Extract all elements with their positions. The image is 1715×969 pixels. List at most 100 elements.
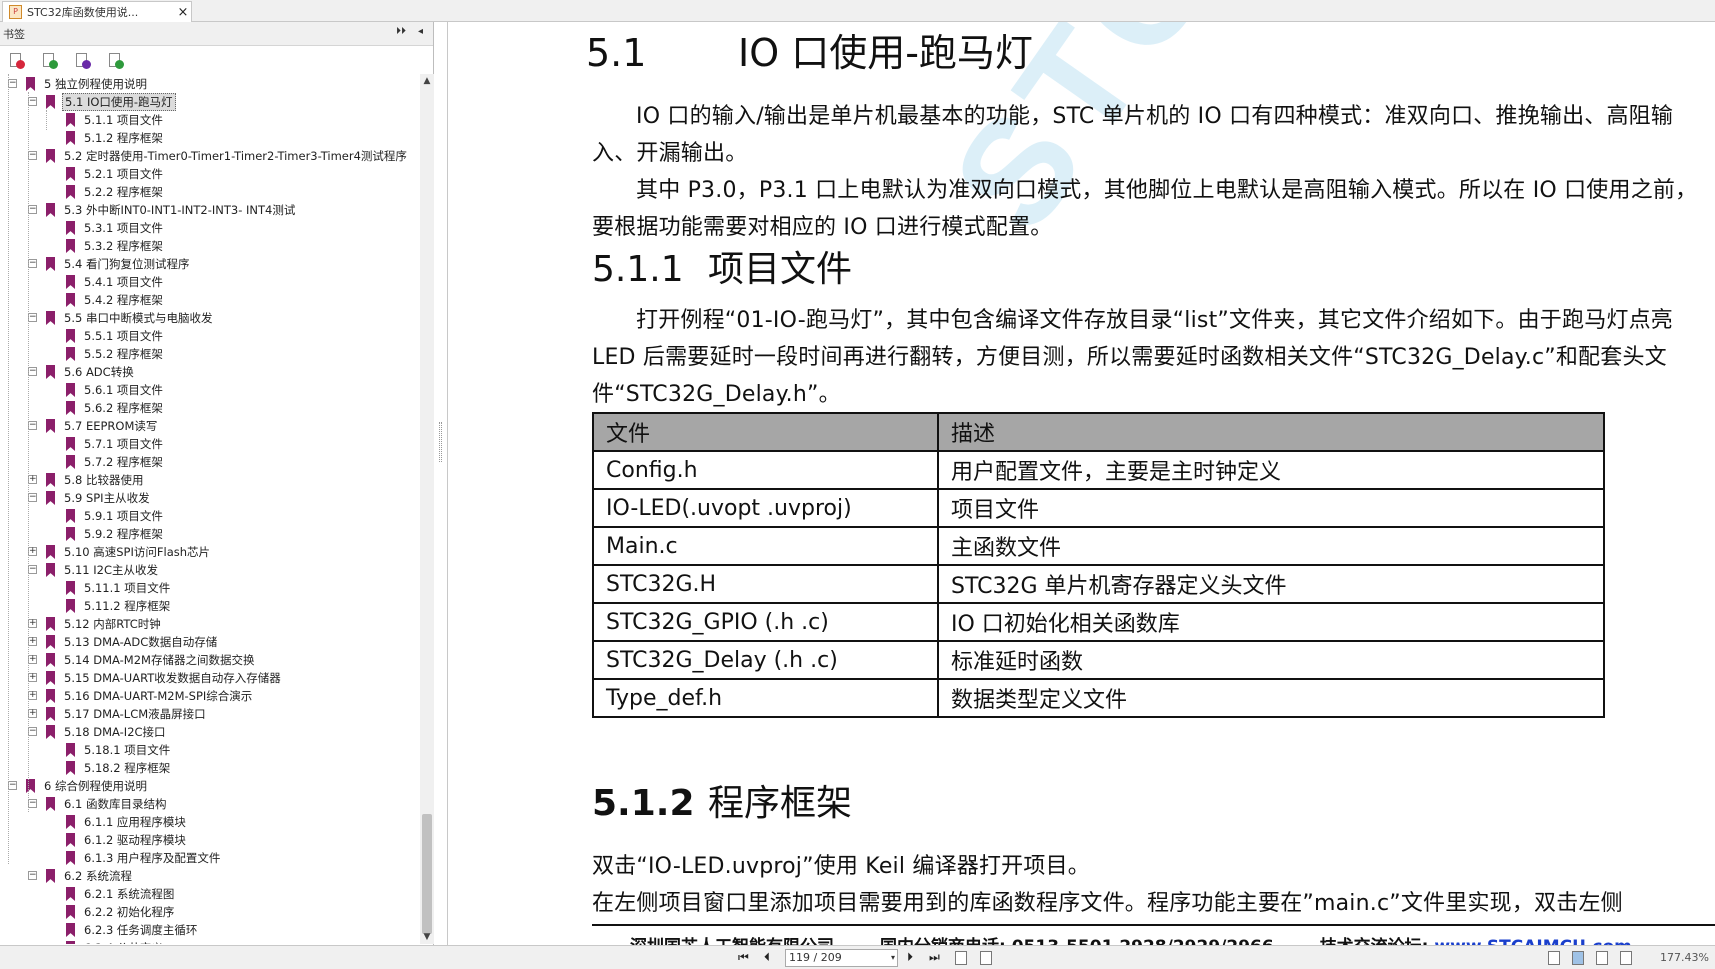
bookmark-item[interactable]: 5.6.1 项目文件 <box>66 381 165 399</box>
bookmark-item[interactable]: 6.2.1 系统流程图 <box>66 885 176 903</box>
collapse-icon[interactable]: − <box>28 205 37 214</box>
collapse-icon[interactable]: − <box>28 727 37 736</box>
continuous-facing-view-icon[interactable] <box>1620 951 1632 965</box>
expand-icon[interactable]: + <box>28 709 37 718</box>
previous-page-button[interactable]: ⏴ <box>764 950 770 965</box>
collapse-icon[interactable]: − <box>28 871 37 880</box>
bookmark-item[interactable]: 6.1.3 用户程序及配置文件 <box>66 849 222 867</box>
bookmark-item[interactable]: 5.2.1 项目文件 <box>66 165 165 183</box>
bookmark-item[interactable]: 5.4.1 项目文件 <box>66 273 165 291</box>
continuous-view-icon[interactable] <box>1572 951 1584 965</box>
scroll-down-icon[interactable]: ▼ <box>420 930 434 944</box>
next-page-button[interactable]: ⏵ <box>907 950 913 965</box>
bookmark-item[interactable]: 5.4.2 程序框架 <box>66 291 165 309</box>
expand-icon[interactable]: + <box>28 637 37 646</box>
forum-link[interactable]: www.STCAIMCU.com <box>1434 937 1631 945</box>
history-back-icon[interactable] <box>955 951 967 965</box>
bookmark-item[interactable]: 5.2.2 程序框架 <box>66 183 165 201</box>
panel-splitter[interactable] <box>434 22 448 945</box>
expand-icon[interactable]: + <box>28 547 37 556</box>
collapse-icon[interactable]: − <box>28 421 37 430</box>
bookmark-item[interactable]: 5.6.2 程序框架 <box>66 399 165 417</box>
bookmark-find-icon[interactable] <box>107 52 124 69</box>
bookmark-scrollbar[interactable]: ▲ ▼ <box>420 74 434 944</box>
bookmark-item[interactable]: 6.1.1 应用程序模块 <box>66 813 188 831</box>
close-tab-button[interactable]: × <box>175 5 191 20</box>
collapse-icon[interactable]: − <box>28 97 37 106</box>
bookmark-item[interactable]: − 5.2 定时器使用-Timer0-Timer1-Timer2-Timer3-T… <box>28 147 409 165</box>
bookmark-item[interactable]: 6.2.3 任务调度主循环 <box>66 921 199 939</box>
last-page-button[interactable]: ⏭ <box>929 950 940 965</box>
expand-icon[interactable]: + <box>28 655 37 664</box>
bookmark-item[interactable]: 5.7.2 程序框架 <box>66 453 165 471</box>
bookmark-expand-icon[interactable] <box>74 52 91 69</box>
history-forward-icon[interactable] <box>980 951 992 965</box>
bookmark-item[interactable]: 5.18.1 项目文件 <box>66 741 172 759</box>
expand-icon[interactable]: + <box>28 691 37 700</box>
bookmark-item[interactable]: − 6 综合例程使用说明 <box>8 777 149 795</box>
expand-icon[interactable]: + <box>28 475 37 484</box>
bookmark-item[interactable]: − 5.3 外中断INT0-INT1-INT2-INT3- INT4测试 <box>28 201 297 219</box>
bookmark-item[interactable]: 5.7.1 项目文件 <box>66 435 165 453</box>
bookmark-item[interactable]: +5.12 内部RTC时钟 <box>28 615 163 633</box>
scroll-up-icon[interactable]: ▲ <box>420 74 434 88</box>
bookmark-item[interactable]: − 5.18 DMA-I2C接口 <box>28 723 168 741</box>
expand-icon[interactable]: + <box>28 673 37 682</box>
bookmark-item[interactable]: 5.3.2 程序框架 <box>66 237 165 255</box>
bookmark-item[interactable]: 5.3.1 项目文件 <box>66 219 165 237</box>
page-number-field[interactable]: 119 / 209 ▾ <box>785 949 898 967</box>
bookmark-item[interactable]: 5.11.1 项目文件 <box>66 579 172 597</box>
bookmark-item[interactable]: +5.8 比较器使用 <box>28 471 145 489</box>
bookmark-item[interactable]: 5.1.2 程序框架 <box>66 129 165 147</box>
bookmark-item[interactable]: 5.1.1 项目文件 <box>66 111 165 129</box>
bookmark-item[interactable]: − 5.9 SPI主从收发 <box>28 489 152 507</box>
collapse-icon[interactable]: − <box>28 259 37 268</box>
bookmark-item[interactable]: +5.14 DMA-M2M存储器之间数据交换 <box>28 651 256 669</box>
facing-view-icon[interactable] <box>1596 951 1608 965</box>
bookmark-item[interactable]: − 5.11 I2C主从收发 <box>28 561 160 579</box>
bookmark-item[interactable]: − 5.4 看门狗复位测试程序 <box>28 255 191 273</box>
bookmark-item[interactable]: +5.17 DMA-LCM液晶屏接口 <box>28 705 208 723</box>
collapse-icon[interactable]: − <box>8 79 17 88</box>
bookmark-item[interactable]: 5.5.2 程序框架 <box>66 345 165 363</box>
bookmark-item[interactable]: +5.13 DMA-ADC数据自动存储 <box>28 633 219 651</box>
bookmark-item[interactable]: − 6.2 系统流程 <box>28 867 134 885</box>
bookmark-item[interactable]: − 6.1 函数库目录结构 <box>28 795 168 813</box>
bookmark-icon <box>26 77 35 91</box>
bookmark-item[interactable]: 6.1.2 驱动程序模块 <box>66 831 188 849</box>
zoom-level[interactable]: 177.43% <box>1660 951 1709 964</box>
scroll-thumb[interactable] <box>422 814 432 934</box>
expand-icon[interactable]: + <box>28 619 37 628</box>
bookmark-item[interactable]: +5.10 高速SPI访问Flash芯片 <box>28 543 212 561</box>
single-page-view-icon[interactable] <box>1548 951 1560 965</box>
bookmark-item[interactable]: − 5.5 串口中断模式与电脑收发 <box>28 309 214 327</box>
collapse-icon[interactable]: − <box>28 565 37 574</box>
bookmark-item[interactable]: 5.9.1 项目文件 <box>66 507 165 525</box>
bookmark-item[interactable]: +5.15 DMA-UART收发数据自动存入存储器 <box>28 669 283 687</box>
collapse-icon[interactable]: − <box>28 493 37 502</box>
bookmark-item[interactable]: − 5.1 IO口使用-跑马灯 <box>28 93 176 111</box>
bookmark-item[interactable]: 5.11.2 程序框架 <box>66 597 172 615</box>
bookmark-item[interactable]: +5.16 DMA-UART-M2M-SPI综合演示 <box>28 687 254 705</box>
panel-close-icon[interactable]: ◂ <box>418 26 423 37</box>
bookmark-label: 5.5 串口中断模式与电脑收发 <box>64 311 213 325</box>
bookmark-item[interactable]: 6.2.4 公共定义 <box>66 939 165 944</box>
collapse-icon[interactable]: − <box>28 313 37 322</box>
bookmark-item[interactable]: − 5.7 EEPROM读写 <box>28 417 159 435</box>
bookmark-item[interactable]: 6.2.2 初始化程序 <box>66 903 176 921</box>
bookmark-add-icon[interactable] <box>41 52 58 69</box>
panel-options-icon[interactable]: ⏵⏵ <box>396 26 406 37</box>
collapse-icon[interactable]: − <box>28 799 37 808</box>
bookmark-item[interactable]: − 5.6 ADC转换 <box>28 363 136 381</box>
bookmark-item[interactable]: 5.9.2 程序框架 <box>66 525 165 543</box>
collapse-icon[interactable]: − <box>28 151 37 160</box>
bookmark-item[interactable]: 5.18.2 程序框架 <box>66 759 172 777</box>
document-tab[interactable]: P STC32库函数使用说... × <box>2 1 192 22</box>
bookmark-item[interactable]: − 5 独立例程使用说明 <box>8 75 149 93</box>
bookmark-delete-icon[interactable] <box>8 52 25 69</box>
collapse-icon[interactable]: − <box>8 781 17 790</box>
bookmark-item[interactable]: 5.5.1 项目文件 <box>66 327 165 345</box>
collapse-icon[interactable]: − <box>28 367 37 376</box>
first-page-button[interactable]: ⏮ <box>738 950 749 965</box>
page-dropdown-icon[interactable]: ▾ <box>891 950 895 966</box>
